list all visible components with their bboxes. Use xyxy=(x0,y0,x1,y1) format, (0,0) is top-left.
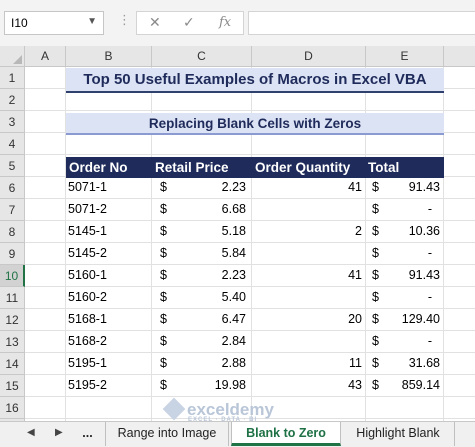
cell-order-quantity[interactable]: 20 xyxy=(256,309,362,330)
exceldemy-logo: exceldemy EXCEL · DATA · BI xyxy=(162,397,274,423)
cell-total-currency[interactable]: $ xyxy=(372,309,386,330)
cell-total-currency[interactable]: $ xyxy=(372,243,386,264)
row-header-14[interactable]: 14 xyxy=(0,353,25,375)
select-all-corner[interactable] xyxy=(0,46,25,67)
cell-total-currency[interactable]: $ xyxy=(372,331,386,352)
row-header-7[interactable]: 7 xyxy=(0,199,25,221)
formula-bar: I10 ▼ ⋮ ✕ ✓ fx xyxy=(0,0,475,46)
name-box[interactable]: I10 ▼ xyxy=(4,11,104,35)
cell-total-currency[interactable]: $ xyxy=(372,287,386,308)
cell-total[interactable]: - xyxy=(386,287,440,308)
row-header-9[interactable]: 9 xyxy=(0,243,25,265)
formula-buttons: ✕ ✓ fx xyxy=(136,11,244,35)
cell-retail-price[interactable]: 2.84 xyxy=(172,331,246,352)
sheet-subtitle[interactable]: Replacing Blank Cells with Zeros xyxy=(66,113,444,135)
cell-total[interactable]: - xyxy=(386,243,440,264)
cell-order-no[interactable]: 5168-2 xyxy=(68,331,148,352)
column-header-b[interactable]: B xyxy=(66,46,152,67)
cell-retail-price[interactable]: 2.88 xyxy=(172,353,246,374)
header-total[interactable]: Total xyxy=(368,157,399,178)
row-header-13[interactable]: 13 xyxy=(0,331,25,353)
cell-order-quantity[interactable] xyxy=(256,331,362,352)
tab-blank-to-zero[interactable]: Blank to Zero xyxy=(231,422,341,446)
cell-order-quantity[interactable]: 43 xyxy=(256,375,362,396)
row-header-10[interactable]: 10 xyxy=(0,265,25,287)
row-header-12[interactable]: 12 xyxy=(0,309,25,331)
cell-order-quantity[interactable]: 2 xyxy=(256,221,362,242)
cell-retail-price[interactable]: 2.23 xyxy=(172,177,246,198)
row-header-15[interactable]: 15 xyxy=(0,375,25,397)
cell-retail-price[interactable]: 5.84 xyxy=(172,243,246,264)
row-header-1[interactable]: 1 xyxy=(0,67,25,89)
insert-function-icon[interactable]: fx xyxy=(219,15,231,30)
row-header-8[interactable]: 8 xyxy=(0,221,25,243)
cell-total[interactable]: 91.43 xyxy=(386,265,440,286)
row-header-4[interactable]: 4 xyxy=(0,133,25,155)
cell-retail-price[interactable]: 19.98 xyxy=(172,375,246,396)
row-header-16[interactable]: 16 xyxy=(0,397,25,419)
row-header-3[interactable]: 3 xyxy=(0,111,25,133)
name-box-value: I10 xyxy=(11,16,28,30)
cell-order-no[interactable]: 5071-2 xyxy=(68,199,148,220)
row-header-2[interactable]: 2 xyxy=(0,89,25,111)
formula-input[interactable] xyxy=(248,11,475,35)
cell-retail-price[interactable]: 5.40 xyxy=(172,287,246,308)
column-header-d[interactable]: D xyxy=(252,46,366,67)
chevron-down-icon[interactable]: ▼ xyxy=(87,16,97,27)
cell-order-no[interactable]: 5145-2 xyxy=(68,243,148,264)
cell-order-no[interactable]: 5160-1 xyxy=(68,265,148,286)
cell-order-no[interactable]: 5160-2 xyxy=(68,287,148,308)
exceldemy-logo-icon xyxy=(162,397,186,421)
row-header-5[interactable]: 5 xyxy=(0,155,25,177)
tab-range-into-image[interactable]: Range into Image xyxy=(105,422,229,446)
cell-total-currency[interactable]: $ xyxy=(372,265,386,286)
scroll-right-icon[interactable]: ▶ xyxy=(55,427,63,438)
header-retail-price[interactable]: Retail Price xyxy=(155,157,229,178)
cell-order-no[interactable]: 5168-1 xyxy=(68,309,148,330)
cell-total-currency[interactable]: $ xyxy=(372,353,386,374)
cell-total[interactable]: 10.36 xyxy=(386,221,440,242)
cell-total[interactable]: 31.68 xyxy=(386,353,440,374)
cell-total[interactable]: - xyxy=(386,199,440,220)
cell-order-quantity[interactable] xyxy=(256,199,362,220)
cell-order-quantity[interactable] xyxy=(256,243,362,264)
cell-retail-price[interactable]: 6.68 xyxy=(172,199,246,220)
sheet-title[interactable]: Top 50 Useful Examples of Macros in Exce… xyxy=(66,68,444,93)
sheet-tab-bar: ◀ ▶ ... Range into Image Blank to Zero H… xyxy=(0,421,475,447)
cell-total-currency[interactable]: $ xyxy=(372,375,386,396)
tab-highlight-blank[interactable]: Highlight Blank xyxy=(342,422,455,446)
row-header-11[interactable]: 11 xyxy=(0,287,25,309)
row-header-6[interactable]: 6 xyxy=(0,177,25,199)
cell-total-currency[interactable]: $ xyxy=(372,221,386,242)
check-icon[interactable]: ✓ xyxy=(183,14,195,31)
cell-total[interactable]: 91.43 xyxy=(386,177,440,198)
cell-total[interactable]: 129.40 xyxy=(386,309,440,330)
more-sheets-button[interactable]: ... xyxy=(70,422,105,446)
cell-order-no[interactable]: 5145-1 xyxy=(68,221,148,242)
column-header-f[interactable] xyxy=(444,46,475,67)
cell-order-quantity[interactable] xyxy=(256,287,362,308)
cell-order-quantity[interactable]: 41 xyxy=(256,177,362,198)
table-header: Order No Retail Price Order Quantity Tot… xyxy=(66,157,444,178)
cancel-icon[interactable]: ✕ xyxy=(149,14,161,31)
cell-order-no[interactable]: 5195-1 xyxy=(68,353,148,374)
more-options-icon[interactable]: ⋮ xyxy=(118,12,131,28)
cell-total-currency[interactable]: $ xyxy=(372,199,386,220)
column-header-e[interactable]: E xyxy=(366,46,444,67)
cell-order-quantity[interactable]: 41 xyxy=(256,265,362,286)
cell-total[interactable]: 859.14 xyxy=(386,375,440,396)
header-order-no[interactable]: Order No xyxy=(69,157,128,178)
cell-retail-price[interactable]: 2.23 xyxy=(172,265,246,286)
cell-order-no[interactable]: 5071-1 xyxy=(68,177,148,198)
cell-order-no[interactable]: 5195-2 xyxy=(68,375,148,396)
column-header-c[interactable]: C xyxy=(152,46,252,67)
cell-order-quantity[interactable]: 11 xyxy=(256,353,362,374)
column-header-a[interactable]: A xyxy=(25,46,66,67)
cell-total[interactable]: - xyxy=(386,331,440,352)
cell-total-currency[interactable]: $ xyxy=(372,177,386,198)
scroll-left-icon[interactable]: ◀ xyxy=(27,427,35,438)
header-order-quantity[interactable]: Order Quantity xyxy=(255,157,350,178)
cell-retail-price[interactable]: 5.18 xyxy=(172,221,246,242)
cell-retail-price[interactable]: 6.47 xyxy=(172,309,246,330)
